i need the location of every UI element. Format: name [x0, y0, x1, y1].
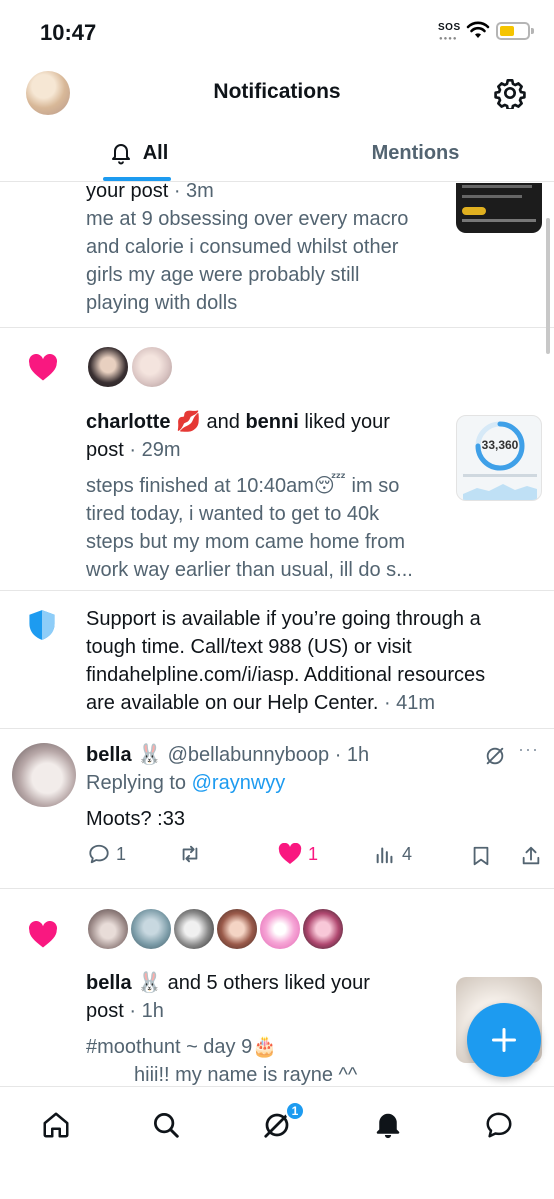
sos-indicator: SOS	[438, 22, 461, 33]
notification-time: · 41m	[383, 692, 436, 714]
avatar[interactable]	[12, 743, 76, 807]
notification-time: · 1h	[129, 1000, 164, 1022]
post-preview-line: and calorie i consumed whilst other	[86, 236, 399, 258]
support-notice[interactable]: Support is available if you’re going thr…	[0, 591, 554, 729]
support-text-line: Support is available if you’re going thr…	[86, 608, 481, 630]
notification-tabs: All Mentions	[0, 124, 554, 182]
liker-name[interactable]: bella 🐰	[86, 972, 162, 994]
chat-bubble-icon	[486, 1112, 512, 1138]
wifi-icon	[466, 21, 490, 38]
repost-icon	[182, 845, 198, 863]
notification-time: · 29m	[129, 439, 181, 461]
status-time: 10:47	[40, 20, 97, 45]
like-button[interactable]: 1	[278, 843, 318, 865]
avatar[interactable]	[172, 907, 216, 951]
grok-icon[interactable]	[484, 745, 506, 767]
reply-icon	[89, 844, 109, 864]
tab-mentions[interactable]: Mentions	[277, 124, 554, 182]
replying-to-link[interactable]: @raynwyy	[192, 772, 286, 794]
post-preview-line: #moothunt ~ day 9🎂	[86, 1036, 278, 1058]
compose-button[interactable]	[467, 1003, 541, 1077]
steps-count: 33,360	[481, 438, 519, 452]
progress-ring-icon	[463, 421, 537, 500]
author-name[interactable]: bella 🐰	[86, 744, 162, 766]
replying-to-prefix: Replying to	[86, 772, 187, 794]
support-text-line: tough time. Call/text 988 (US) or visit	[86, 636, 412, 658]
more-options-icon[interactable]: ···	[518, 739, 539, 760]
avatar[interactable]	[301, 907, 345, 951]
post-preview-line: girls my age were probably still	[86, 264, 360, 286]
post-thumbnail[interactable]: 33,360	[456, 415, 542, 501]
avatar[interactable]	[130, 345, 174, 389]
post-preview-line: hiii!! my name is rayne ^^	[134, 1064, 358, 1086]
shield-icon	[29, 610, 55, 640]
avatar[interactable]	[215, 907, 259, 951]
avatar[interactable]	[86, 345, 130, 389]
post-text: Moots? :33	[86, 808, 185, 830]
nav-home[interactable]	[36, 1105, 76, 1145]
view-count: 4	[402, 843, 413, 864]
nav-notifications[interactable]	[368, 1105, 408, 1145]
notification-time: · 3m	[173, 183, 214, 202]
notification-action: your post	[86, 183, 169, 202]
notification-action: liked your	[304, 411, 390, 433]
connector-text: and	[206, 411, 240, 433]
bell-filled-icon	[376, 1113, 400, 1139]
heart-icon	[29, 921, 57, 948]
notification-action: post	[86, 439, 124, 461]
post-time: · 1h	[334, 744, 370, 766]
battery-icon	[496, 22, 534, 40]
post-preview-line: steps finished at 10:40am😴 im so	[86, 475, 400, 497]
reply-count: 1	[116, 843, 127, 864]
views-button[interactable]: 4	[374, 843, 412, 865]
views-chart-icon	[376, 847, 393, 864]
notification-item[interactable]: charlotte 💋 and benni liked your post · …	[0, 328, 554, 591]
liker-name[interactable]: benni	[245, 411, 298, 433]
avatar[interactable]	[86, 907, 130, 951]
post-preview-line: steps but my mom came home from	[86, 531, 405, 553]
author-handle[interactable]: @bellabunnyboop	[168, 744, 330, 766]
top-header: Notifications	[0, 62, 554, 124]
emoji: 💋	[176, 411, 201, 433]
plus-icon	[491, 1027, 517, 1053]
heart-filled-icon	[278, 843, 302, 864]
page-title: Notifications	[213, 80, 341, 103]
status-bar: 10:47 SOS ●●●●	[0, 0, 554, 62]
post-thumbnail[interactable]	[456, 183, 542, 233]
notification-action: and 5 others liked your	[167, 972, 370, 994]
tab-all[interactable]: All	[0, 124, 277, 182]
like-count: 1	[308, 843, 319, 864]
bookmark-icon[interactable]	[470, 844, 492, 868]
avatar[interactable]	[258, 907, 302, 951]
notification-action: post	[86, 1000, 124, 1022]
notifications-feed: your post · 3m me at 9 obsessing over ev…	[0, 183, 554, 1086]
notification-item[interactable]: your post · 3m me at 9 obsessing over ev…	[0, 183, 554, 328]
heart-icon	[29, 354, 57, 381]
signal-dots-icon: ●●●●	[439, 36, 458, 42]
active-tab-indicator	[103, 177, 171, 181]
settings-gear-icon[interactable]	[494, 77, 526, 109]
notification-badge: 1	[285, 1101, 305, 1121]
reply-post[interactable]: bella 🐰 @bellabunnyboop · 1h ··· Replyin…	[0, 729, 554, 889]
scrollbar[interactable]	[546, 218, 550, 354]
liker-name[interactable]: charlotte	[86, 411, 170, 433]
support-text-line: are available on our Help Center.	[86, 692, 379, 714]
nav-messages[interactable]	[479, 1105, 519, 1145]
post-preview-line: work way earlier than usual, ill do s...	[86, 559, 413, 581]
bell-icon	[111, 144, 130, 165]
tab-mentions-label: Mentions	[371, 141, 460, 164]
reply-button[interactable]: 1	[88, 843, 126, 865]
nav-search[interactable]	[146, 1105, 186, 1145]
post-preview-line: playing with dolls	[86, 292, 238, 314]
avatar[interactable]	[129, 907, 173, 951]
home-icon	[43, 1112, 69, 1138]
search-icon	[154, 1113, 179, 1138]
support-text-line: findahelpline.com/i/iasp. Additional res…	[86, 664, 486, 686]
post-preview-line: tired today, i wanted to get to 40k	[86, 503, 380, 525]
bottom-navigation: 1	[0, 1086, 554, 1199]
tab-all-label: All	[142, 141, 169, 164]
repost-button[interactable]	[178, 843, 208, 865]
share-icon[interactable]	[520, 844, 542, 868]
post-preview-line: me at 9 obsessing over every macro	[86, 208, 409, 230]
